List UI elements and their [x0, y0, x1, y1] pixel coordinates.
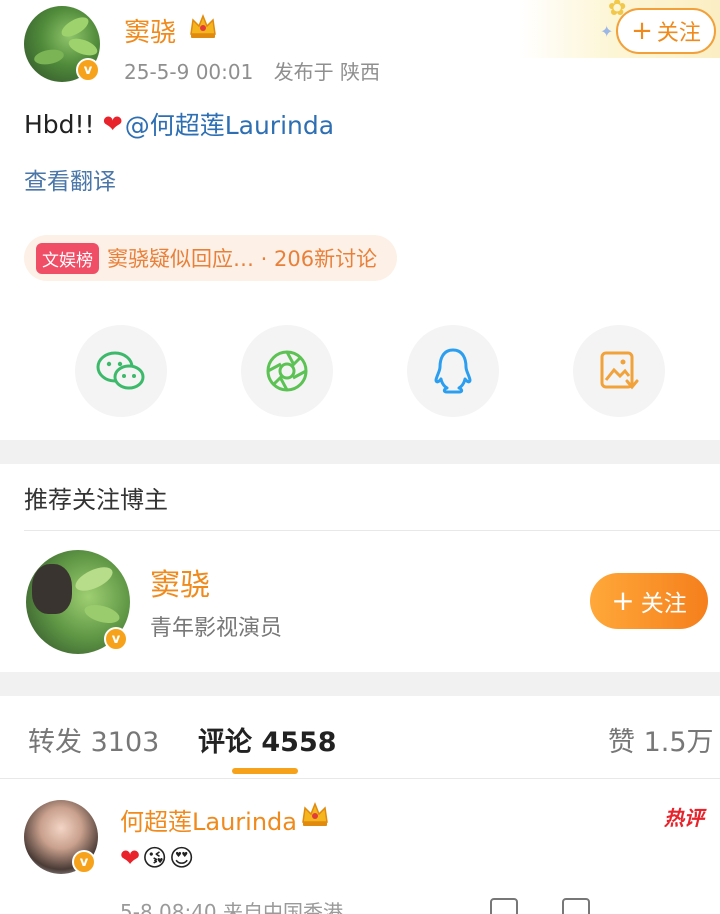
divider	[0, 778, 720, 779]
comment-text: ❤ 😘 😍	[120, 844, 194, 872]
share-row	[0, 325, 720, 420]
crown-icon	[190, 13, 216, 38]
share-moments-button[interactable]	[241, 325, 333, 417]
verified-badge-icon: v	[72, 850, 96, 874]
share-icon[interactable]	[490, 898, 518, 914]
mention-link[interactable]: @何超莲Laurinda	[125, 106, 334, 142]
divider	[24, 530, 720, 531]
recommend-section-title: 推荐关注博主	[24, 486, 168, 514]
follow-button[interactable]: + 关注	[616, 8, 716, 54]
crown-icon	[302, 801, 328, 826]
moments-icon	[266, 350, 308, 392]
tab-comments[interactable]: 评论 4558	[198, 720, 337, 759]
post-header: ✿ ✿ ✦ v 窦骁 25-5-9 00:01 发布于 陕西 + 关注	[0, 0, 720, 100]
comment-meta: 5-8 08:40 来自中国香港	[120, 900, 344, 914]
hot-comment-badge: 热评	[664, 806, 704, 830]
sparkle-icon: ✦	[600, 22, 614, 41]
heart-icon: ❤	[102, 110, 123, 138]
heart-icon: ❤	[120, 844, 141, 872]
save-image-button[interactable]	[573, 325, 665, 417]
recommend-follow-button[interactable]: + 关注	[590, 573, 708, 629]
post-text-prefix: Hbd!!	[24, 109, 95, 139]
hot-topic-pill[interactable]: 文娱榜 窦骁疑似回应… · 206新讨论	[24, 235, 398, 281]
verified-badge-icon: v	[76, 58, 100, 82]
reply-icon[interactable]	[562, 898, 590, 914]
recommend-name[interactable]: 窦骁	[150, 560, 210, 604]
hot-tag: 文娱榜	[36, 242, 99, 274]
section-divider	[0, 672, 720, 696]
translate-link[interactable]: 查看翻译	[24, 162, 116, 196]
active-tab-indicator	[232, 768, 298, 774]
post-time: 25-5-9 00:01	[124, 60, 254, 84]
author-name[interactable]: 窦骁	[124, 12, 176, 49]
follow-label: 关注	[640, 591, 687, 617]
wechat-icon	[96, 351, 145, 390]
qq-icon	[434, 348, 472, 394]
tab-repost[interactable]: 转发 3103	[28, 720, 159, 759]
section-divider	[0, 440, 720, 464]
post-location: 发布于 陕西	[273, 60, 381, 84]
plus-icon: +	[631, 16, 653, 46]
save-image-icon	[600, 351, 639, 390]
post-text: Hbd!! ❤ @何超莲Laurinda	[24, 106, 334, 142]
interaction-tabs: 转发 3103 评论 4558 赞 1.5万	[0, 700, 720, 780]
share-qq-button[interactable]	[407, 325, 499, 417]
follow-label: 关注	[656, 21, 701, 46]
hot-topic-text: 窦骁疑似回应… · 206新讨论	[107, 247, 378, 271]
post-meta: 25-5-9 00:01 发布于 陕西	[124, 56, 380, 85]
comment-author[interactable]: 何超莲Laurinda	[120, 802, 297, 837]
verified-badge-icon: v	[104, 627, 128, 651]
tab-likes[interactable]: 赞 1.5万	[608, 720, 714, 759]
kiss-emoji-icon: 😘	[142, 844, 168, 872]
plus-icon: +	[611, 584, 635, 617]
recommend-description: 青年影视演员	[150, 616, 283, 641]
share-wechat-button[interactable]	[75, 325, 167, 417]
heart-eyes-emoji-icon: 😍	[169, 844, 195, 872]
